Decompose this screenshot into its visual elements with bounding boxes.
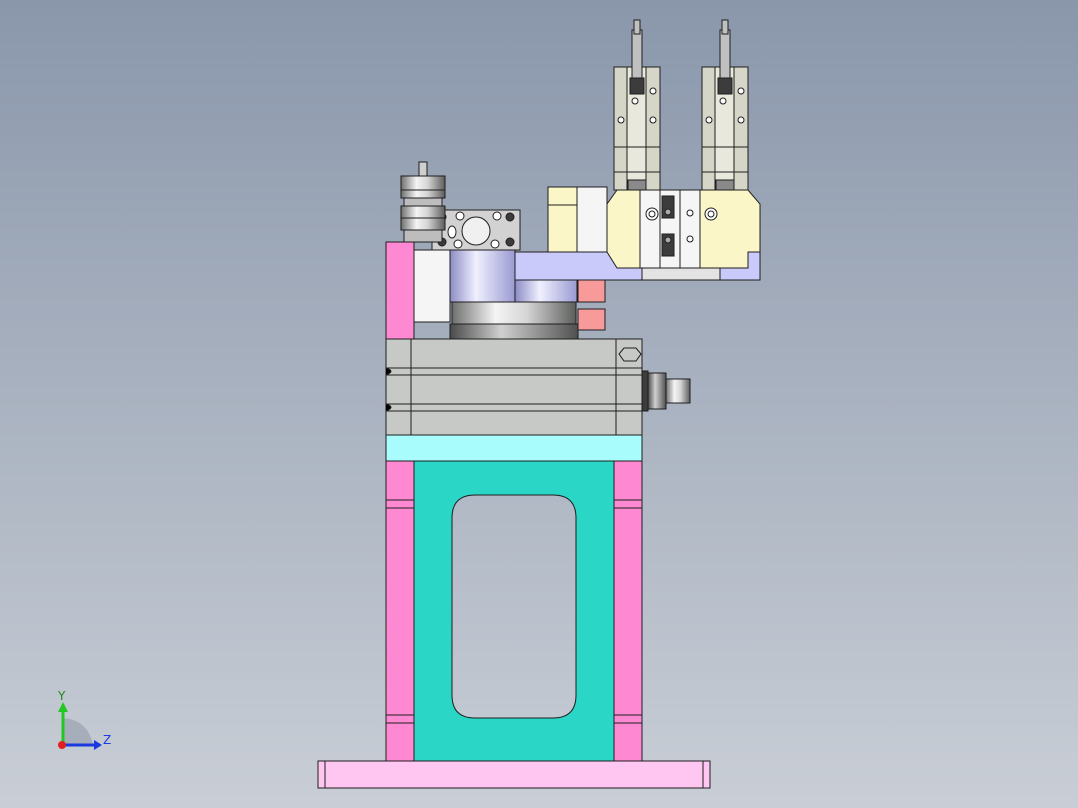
z-axis-label: Z [103, 733, 111, 747]
cad-viewport[interactable]: Y Z [0, 0, 1078, 808]
side-plate-right [613, 460, 643, 762]
hex-nut-icon [618, 347, 642, 362]
upright-plate [385, 241, 415, 340]
base-plate [317, 760, 711, 789]
x-axis-icon [58, 741, 66, 749]
rotary-flange [449, 323, 579, 340]
model-canvas[interactable]: Y Z [0, 0, 1078, 808]
rotary-body-lower [451, 299, 577, 325]
salmon-block-lower [577, 308, 606, 331]
salmon-block-upper [577, 279, 606, 303]
y-axis-label: Y [57, 689, 66, 703]
mount-strip [385, 434, 643, 462]
rotary-body-lavender [514, 279, 578, 303]
rotary-body-upper [449, 249, 516, 303]
side-plate-left [385, 460, 415, 762]
gripper-jaw-left [606, 189, 641, 269]
gripper-white-left [576, 186, 608, 253]
upright-block [413, 249, 451, 323]
cylinder-body [385, 338, 643, 436]
gripper-bottom-plate [641, 267, 721, 281]
